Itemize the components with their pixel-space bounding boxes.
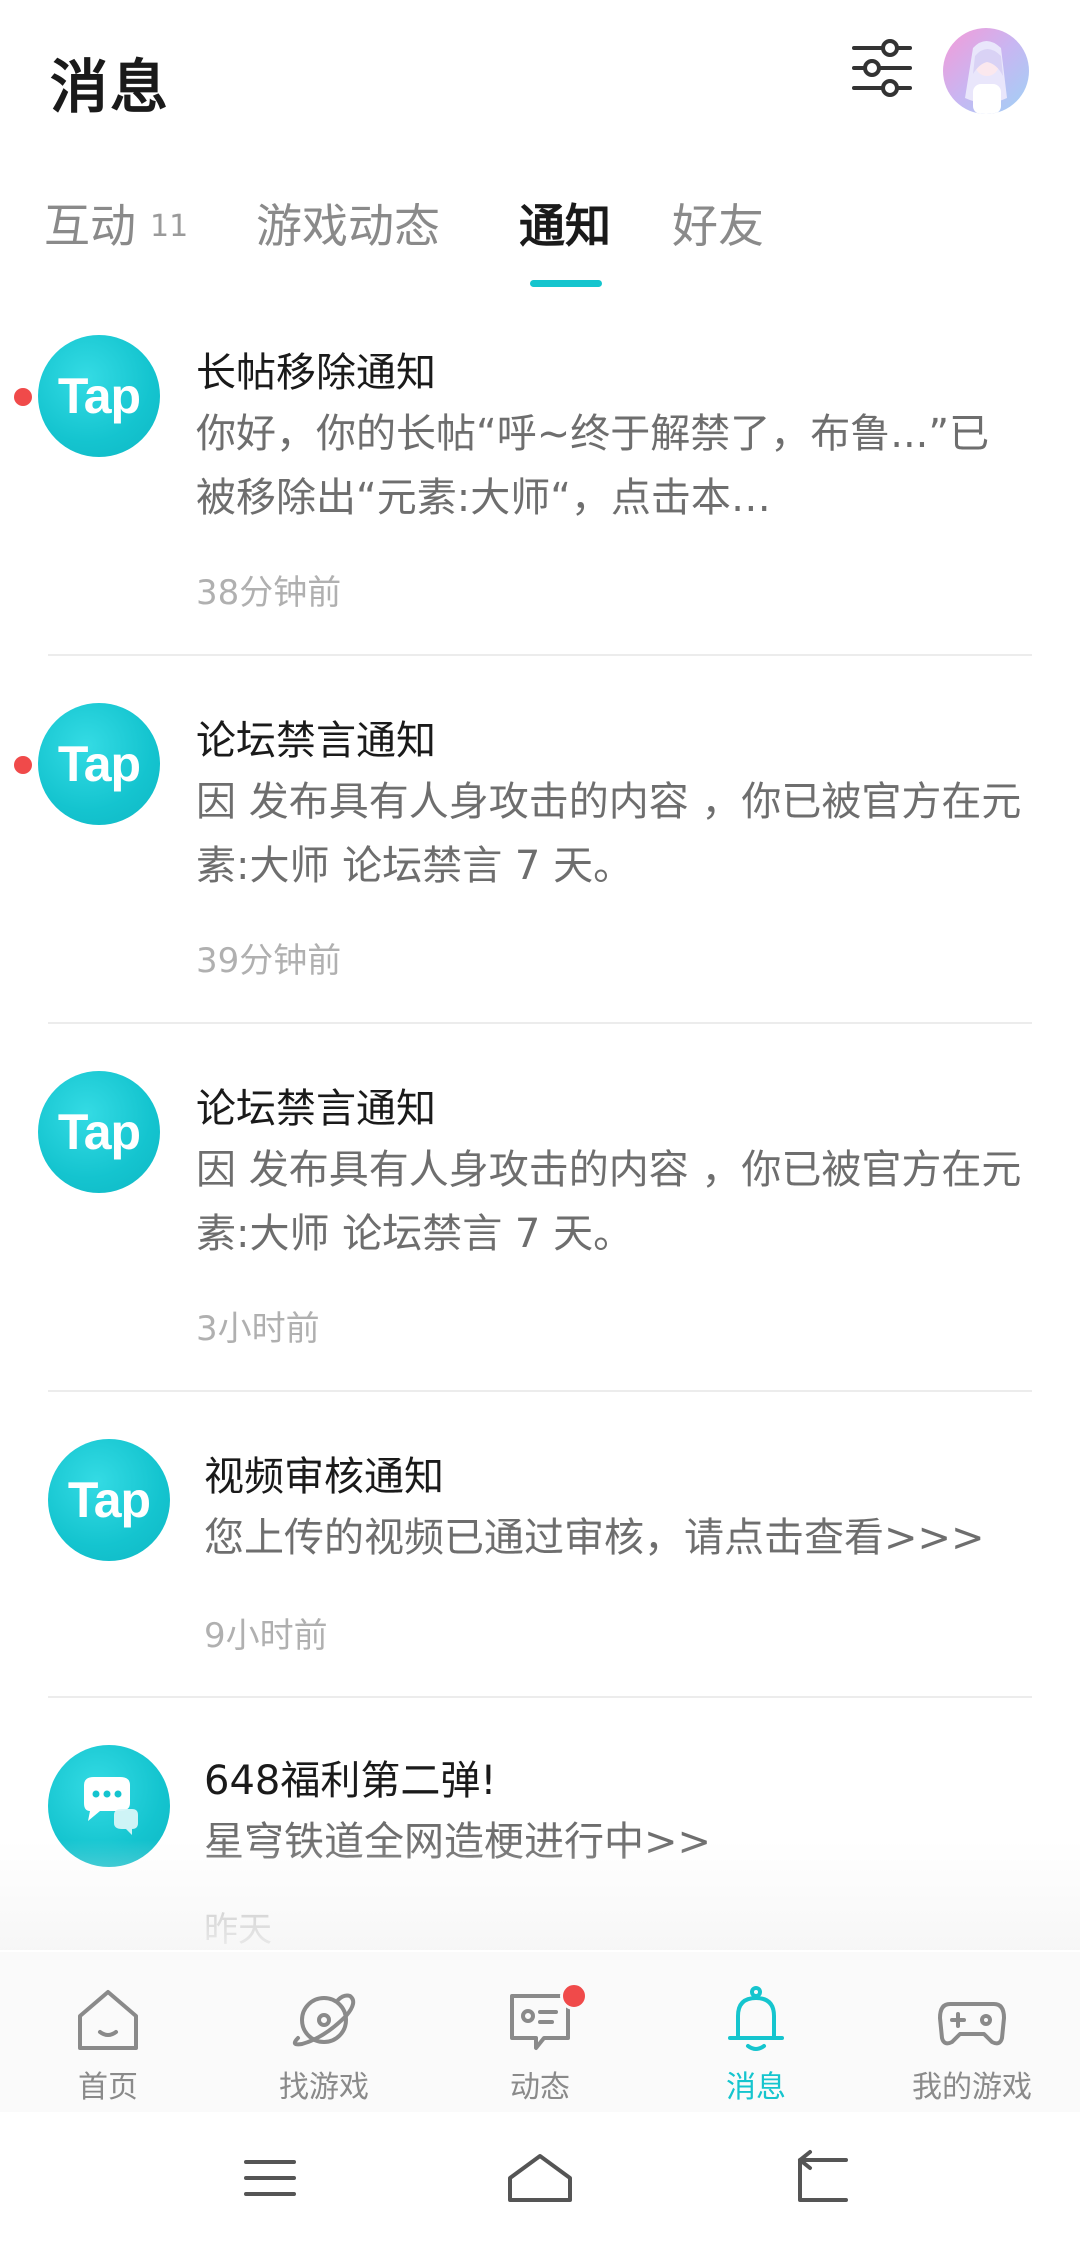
nav-label: 消息 — [726, 2070, 786, 2105]
tab-label: 通知 — [519, 199, 611, 253]
notification-item[interactable]: Tap 论坛禁言通知 因 发布具有人身攻击的内容 ，你已被官方在元素:大师 论坛… — [0, 1048, 1080, 1393]
divider — [48, 654, 1032, 656]
tap-logo-text: Tap — [57, 736, 141, 792]
menu-icon — [244, 2160, 296, 2196]
tab-bar: 互动 11 游戏动态 通知 好友 — [0, 190, 1080, 290]
tab-notifications[interactable]: 通知 — [519, 190, 611, 256]
user-avatar[interactable] — [943, 28, 1029, 114]
notification-title: 论坛禁言通知 — [196, 718, 436, 764]
system-home-button[interactable] — [504, 2142, 576, 2214]
tab-label: 好友 — [672, 199, 764, 253]
notification-badge — [560, 1982, 588, 2010]
notification-body: 你好，你的长帖“呼~终于解禁了，布鲁...”已被移除出“元素:大师“，点击本… — [196, 411, 990, 521]
notification-item[interactable]: Tap 长帖移除通知 你好，你的长帖“呼~终于解禁了，布鲁...”已被移除出“元… — [0, 310, 1080, 655]
filter-settings-button[interactable] — [850, 36, 914, 100]
nav-my-games[interactable]: 我的游戏 — [864, 1952, 1080, 2112]
notification-body: 因 发布具有人身攻击的内容 ，你已被官方在元素:大师 论坛禁言 7 天。 — [196, 1147, 1022, 1257]
tap-logo-icon: Tap — [38, 1071, 160, 1193]
nav-feed[interactable]: 动态 — [432, 1952, 648, 2112]
nav-find-games[interactable]: 找游戏 — [216, 1952, 432, 2112]
notification-item[interactable]: Tap 论坛禁言通知 因 发布具有人身攻击的内容 ，你已被官方在元素:大师 论坛… — [0, 680, 1080, 1025]
nav-label: 首页 — [78, 2070, 138, 2105]
nav-label: 我的游戏 — [912, 2070, 1032, 2105]
notification-item[interactable]: Tap 视频审核通知 您上传的视频已通过审核，请点击查看>>> 9小时前 — [0, 1416, 1080, 1696]
notification-title: 648福利第二弹! — [204, 1758, 497, 1804]
tab-label: 互动 — [44, 199, 136, 253]
nav-label: 找游戏 — [279, 2070, 369, 2105]
notification-title: 长帖移除通知 — [196, 350, 436, 396]
unread-dot — [14, 756, 32, 774]
divider — [48, 1696, 1032, 1698]
tab-friends[interactable]: 好友 — [672, 190, 764, 256]
home-outline-icon — [508, 2154, 572, 2202]
gamepad-icon — [938, 2002, 1006, 2046]
avatar-image — [943, 28, 1029, 114]
tab-count-badge: 11 — [150, 209, 189, 244]
tap-logo-text: Tap — [57, 368, 141, 424]
system-menu-button[interactable] — [234, 2142, 306, 2214]
notification-time: 3小时前 — [196, 1309, 320, 1349]
system-navigation-bar — [0, 2112, 1080, 2244]
nav-label: 动态 — [510, 2070, 570, 2105]
page-title: 消息 — [50, 53, 171, 121]
tab-label: 游戏动态 — [256, 199, 440, 253]
bell-icon — [728, 1986, 784, 2051]
active-tab-indicator — [530, 280, 602, 287]
system-back-button[interactable] — [786, 2142, 858, 2214]
tap-logo-icon: Tap — [38, 703, 160, 825]
scroll-fade — [0, 1840, 1080, 1950]
tap-logo-icon: Tap — [38, 335, 160, 457]
notification-body: 因 发布具有人身攻击的内容 ，你已被官方在元素:大师 论坛禁言 7 天。 — [196, 779, 1022, 889]
notification-time: 9小时前 — [204, 1616, 328, 1656]
back-icon — [798, 2150, 848, 2202]
sliders-icon — [852, 39, 912, 97]
unread-dot — [14, 388, 32, 406]
planet-icon — [292, 1993, 356, 2047]
nav-home[interactable]: 首页 — [0, 1952, 216, 2112]
tap-logo-icon: Tap — [48, 1439, 170, 1561]
divider — [48, 1022, 1032, 1024]
notification-title: 论坛禁言通知 — [196, 1086, 436, 1132]
notification-time: 39分钟前 — [196, 941, 342, 981]
tab-interaction[interactable]: 互动 11 — [44, 190, 188, 256]
tap-logo-text: Tap — [67, 1472, 151, 1528]
nav-messages[interactable]: 消息 — [648, 1952, 864, 2112]
notification-body: 您上传的视频已通过审核，请点击查看>>> — [204, 1515, 985, 1561]
notification-title: 视频审核通知 — [204, 1454, 444, 1500]
bottom-navigation: 首页 找游戏 动态 消息 我的游戏 — [0, 1952, 1080, 2112]
notification-time: 38分钟前 — [196, 573, 342, 613]
divider — [48, 1390, 1032, 1392]
tab-game-updates[interactable]: 游戏动态 — [256, 190, 440, 256]
home-icon — [78, 1990, 138, 2050]
tap-logo-text: Tap — [57, 1104, 141, 1160]
chat-bubble-glyph — [84, 1777, 138, 1835]
header: 消息 — [0, 0, 1080, 150]
